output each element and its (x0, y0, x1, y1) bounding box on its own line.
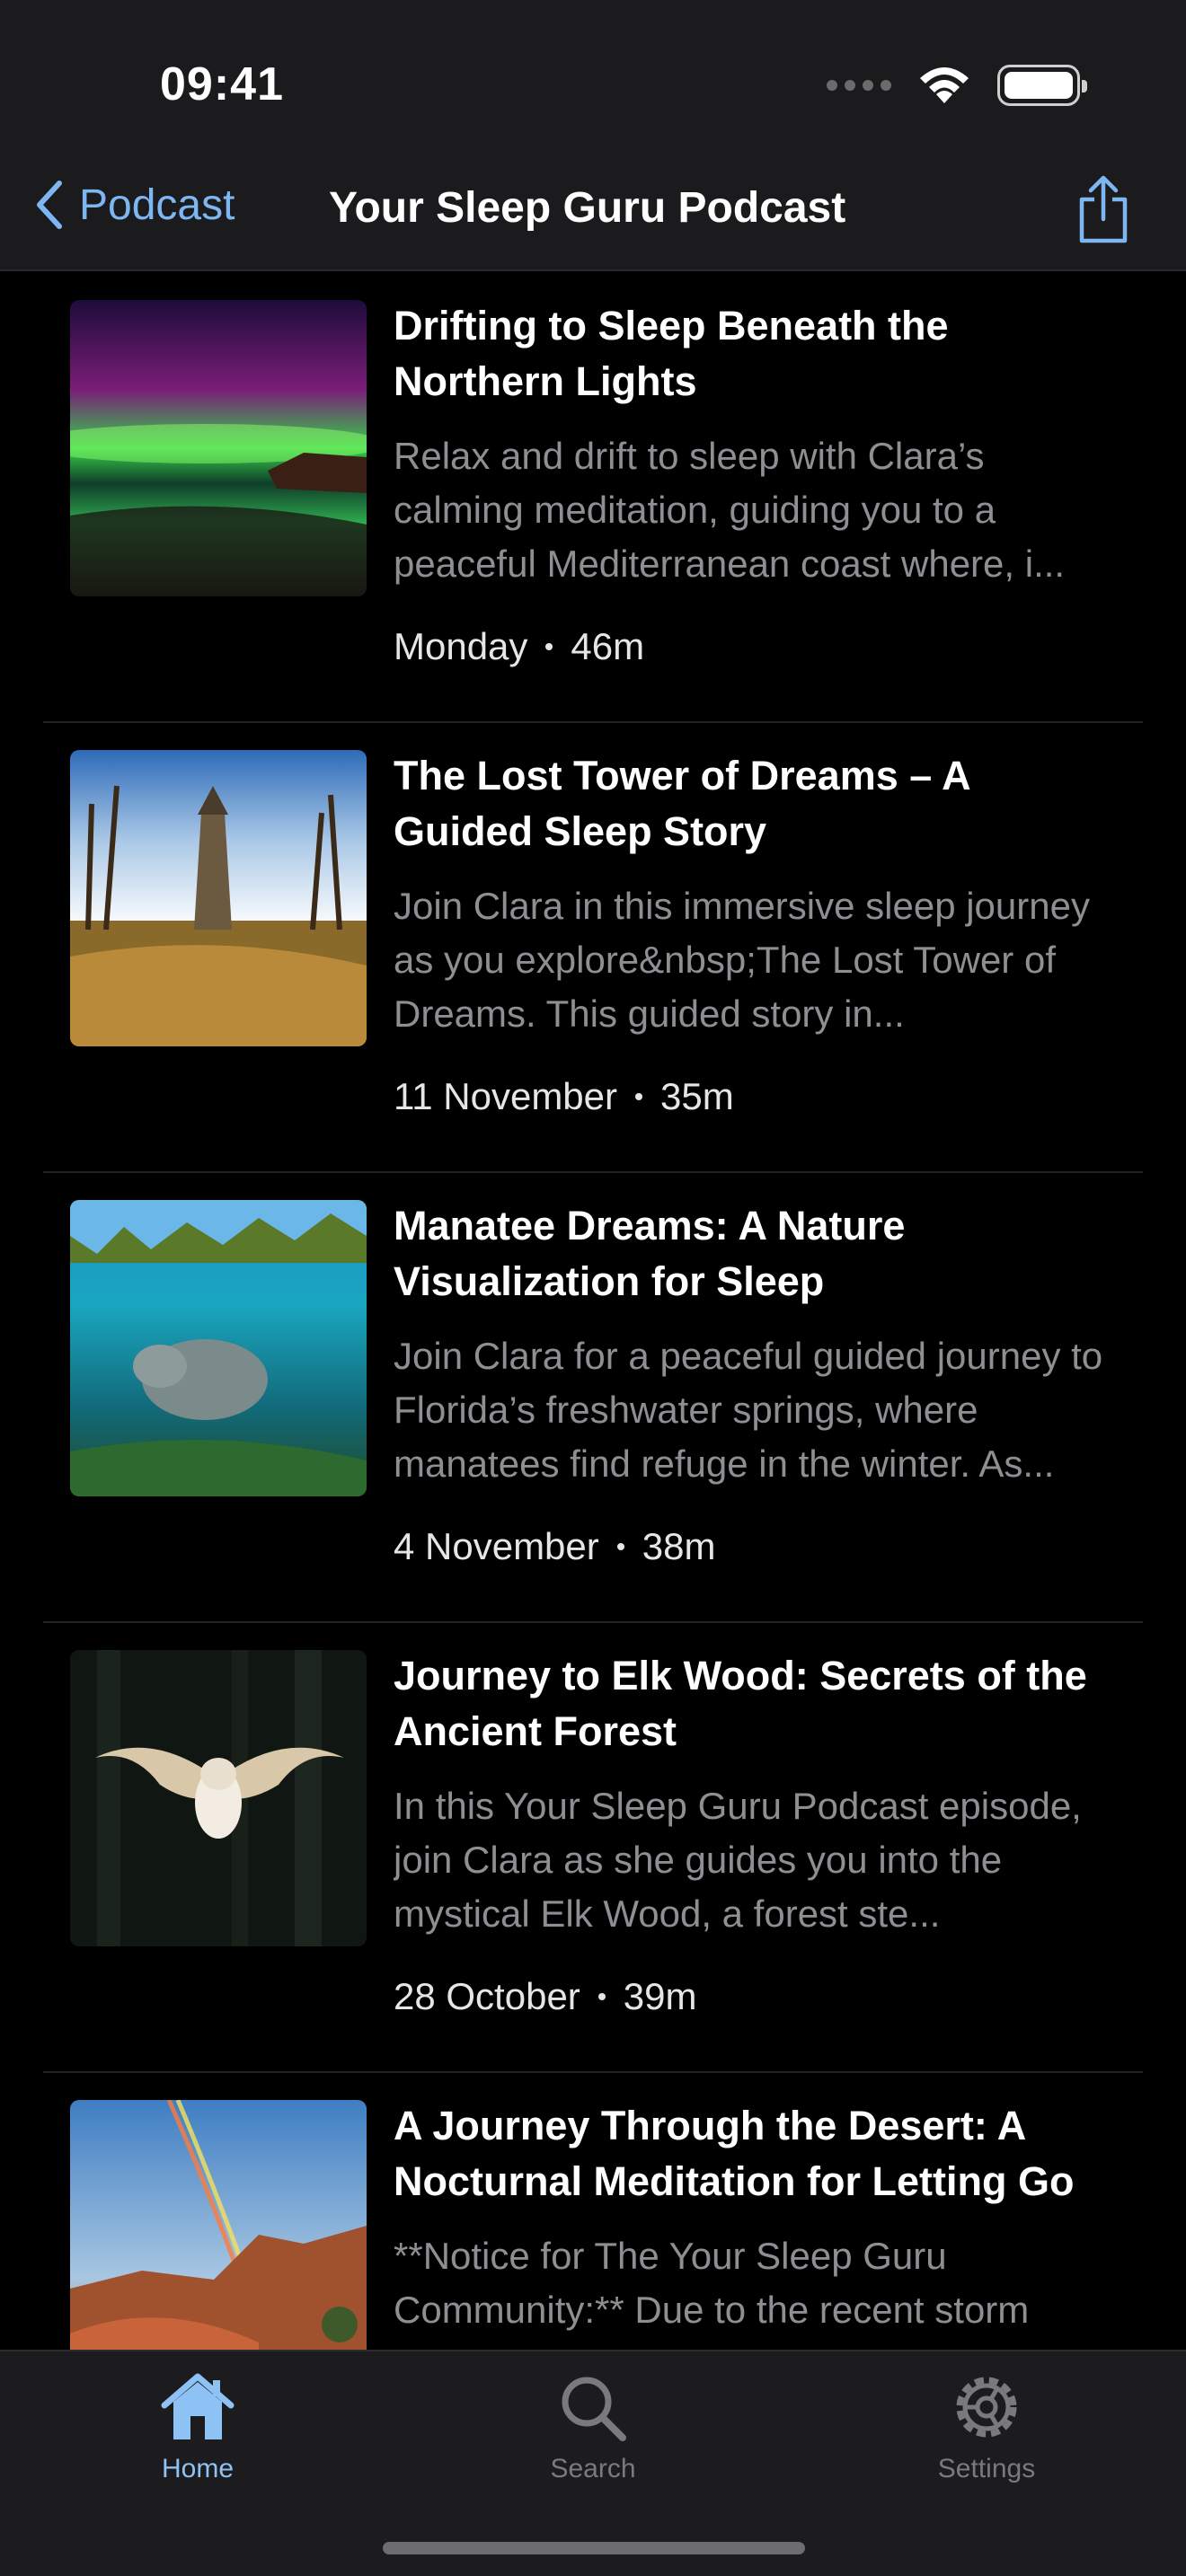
episode-artwork-manatee (70, 1200, 367, 1496)
tab-home[interactable]: Home (108, 2369, 288, 2484)
episode-list[interactable]: Drifting to Sleep Beneath the Northern L… (0, 273, 1186, 2350)
episode-meta: Monday 46m (394, 625, 1112, 668)
home-indicator (383, 2542, 805, 2554)
episode-date: 28 October (394, 1975, 580, 2017)
episode-row[interactable]: Drifting to Sleep Beneath the Northern L… (43, 273, 1143, 723)
episode-row[interactable]: A Journey Through the Desert: A Nocturna… (43, 2073, 1143, 2350)
episode-description: **Notice for The Your Sleep Guru Communi… (394, 2235, 1030, 2331)
separator-dot (545, 643, 553, 650)
page-title: Your Sleep Guru Podcast (329, 184, 846, 232)
episode-description: Join Clara for a peaceful guided journey… (394, 1335, 1103, 1485)
tab-settings[interactable]: Settings (897, 2369, 1076, 2484)
episode-row[interactable]: Manatee Dreams: A Nature Visualization f… (43, 1173, 1143, 1623)
episode-title: Journey to Elk Wood: Secrets of the Anci… (394, 1653, 1087, 1754)
episode-date: Monday (394, 625, 528, 667)
episode-artwork-tower (70, 750, 367, 1046)
episode-title: Drifting to Sleep Beneath the Northern L… (394, 303, 949, 404)
tab-bar: Home Search Settings (0, 2350, 1186, 2576)
episode-duration: 46m (571, 625, 645, 667)
episode-artwork-northern-lights (70, 300, 367, 596)
episode-title: Manatee Dreams: A Nature Visualization f… (394, 1203, 906, 1304)
episode-description: In this Your Sleep Guru Podcast episode,… (394, 1785, 1082, 1935)
episode-date: 4 November (394, 1525, 599, 1567)
chevron-left-icon (37, 181, 62, 229)
status-time: 09:41 (160, 58, 284, 110)
episode-row[interactable]: The Lost Tower of Dreams – A Guided Slee… (43, 723, 1143, 1173)
tab-label: Search (550, 2454, 636, 2483)
magnifier-icon (562, 2377, 626, 2441)
status-icons (827, 65, 1087, 106)
battery-icon (997, 65, 1087, 106)
episode-title: The Lost Tower of Dreams – A Guided Slee… (394, 753, 969, 854)
share-icon[interactable] (1075, 174, 1132, 246)
episode-description: Relax and drift to sleep with Clara’s ca… (394, 435, 1066, 585)
tab-search[interactable]: Search (503, 2369, 683, 2484)
gear-icon (956, 2377, 1017, 2438)
separator-dot (635, 1093, 643, 1100)
tab-label: Home (161, 2454, 235, 2483)
episode-title: A Journey Through the Desert: A Nocturna… (394, 2103, 1075, 2204)
episode-artwork-owl (70, 1650, 367, 1946)
cellular-signal-icon (827, 80, 891, 91)
separator-dot (616, 1543, 624, 1550)
episode-date: 11 November (394, 1075, 618, 1117)
episode-description: Join Clara in this immersive sleep journ… (394, 885, 1090, 1035)
episode-duration: 35m (660, 1075, 734, 1117)
episode-meta: 4 November 38m (394, 1525, 1112, 1568)
episode-artwork-desert (70, 2100, 367, 2350)
separator-dot (597, 1993, 606, 2000)
episode-meta: 11 November 35m (394, 1075, 1112, 1118)
back-button[interactable]: Podcast (32, 180, 235, 230)
episode-row[interactable]: Journey to Elk Wood: Secrets of the Anci… (43, 1623, 1143, 2073)
house-icon (161, 2373, 235, 2439)
wifi-icon (920, 67, 969, 103)
episode-duration: 38m (642, 1525, 716, 1567)
top-bar: 09:41 Podcast Your Sleep Guru Podcast (0, 0, 1186, 271)
tab-label: Settings (937, 2454, 1036, 2483)
episode-duration: 39m (623, 1975, 697, 2017)
episode-meta: 28 October 39m (394, 1975, 1112, 2018)
back-label: Podcast (79, 181, 235, 229)
